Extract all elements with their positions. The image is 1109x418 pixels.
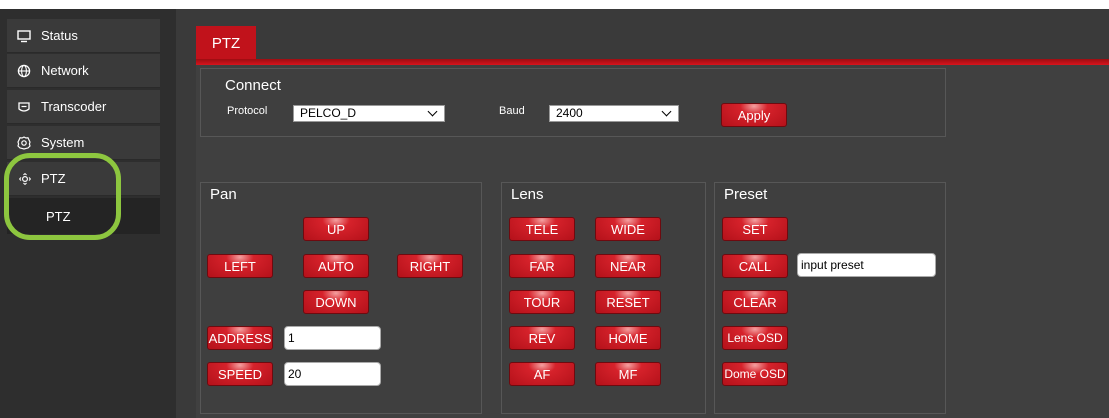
apply-button[interactable]: Apply — [721, 103, 787, 127]
lens-tour-button[interactable]: TOUR — [509, 290, 575, 314]
lens-osd-button[interactable]: Lens OSD — [722, 326, 788, 350]
baud-select[interactable]: 2400 — [549, 105, 679, 122]
dome-osd-button[interactable]: Dome OSD — [722, 362, 788, 386]
preset-section: Preset SET CALL input preset CLEAR Lens … — [714, 182, 946, 414]
lens-af-button[interactable]: AF — [509, 362, 575, 386]
sidebar: Status Network Transcoder System PTZ PTZ — [0, 9, 176, 418]
protocol-select[interactable]: PELCO_D — [293, 105, 445, 122]
sidebar-item-label: PTZ — [41, 171, 66, 186]
sidebar-item-label: Status — [41, 28, 78, 43]
lens-home-button[interactable]: HOME — [595, 326, 661, 350]
lens-mf-button[interactable]: MF — [595, 362, 661, 386]
chevron-down-icon — [661, 106, 672, 117]
lens-far-button[interactable]: FAR — [509, 254, 575, 278]
sidebar-item-label: Transcoder — [41, 99, 107, 114]
lens-legend: Lens — [511, 186, 544, 203]
content-area: Connect Protocol PELCO_D Baud 2400 Apply… — [196, 65, 1109, 418]
sidebar-item-label: Network — [41, 63, 89, 78]
sidebar-item-transcoder[interactable]: Transcoder — [7, 90, 160, 124]
lens-near-button[interactable]: NEAR — [595, 254, 661, 278]
chevron-down-icon — [427, 106, 438, 117]
preset-clear-button[interactable]: CLEAR — [722, 290, 788, 314]
pan-auto-button[interactable]: AUTO — [303, 254, 369, 278]
baud-label: Baud — [499, 105, 525, 117]
preset-set-button[interactable]: SET — [722, 217, 788, 241]
monitor-icon — [17, 29, 31, 43]
lens-wide-button[interactable]: WIDE — [595, 217, 661, 241]
sidebar-subitem-ptz[interactable]: PTZ — [7, 198, 160, 234]
pan-right-button[interactable]: RIGHT — [397, 254, 463, 278]
lens-rev-button[interactable]: REV — [509, 326, 575, 350]
pan-left-button[interactable]: LEFT — [207, 254, 273, 278]
connect-legend: Connect — [225, 77, 281, 94]
top-strip — [0, 0, 1109, 9]
lens-reset-button[interactable]: RESET — [595, 290, 661, 314]
address-input[interactable]: 1 — [284, 326, 381, 350]
sidebar-item-status[interactable]: Status — [7, 19, 160, 53]
pan-legend: Pan — [210, 186, 237, 203]
globe-icon — [17, 64, 31, 78]
main-panel: PTZ Connect Protocol PELCO_D Baud 2400 A… — [176, 9, 1109, 418]
connect-section: Connect Protocol PELCO_D Baud 2400 Apply — [200, 68, 946, 137]
preset-legend: Preset — [724, 186, 768, 203]
pan-section: Pan UP LEFT AUTO RIGHT DOWN ADDRESS 1 SP… — [200, 182, 482, 414]
pan-up-button[interactable]: UP — [303, 217, 369, 241]
baud-select-value: 2400 — [556, 106, 583, 120]
protocol-label: Protocol — [227, 105, 268, 117]
tab-ptz[interactable]: PTZ — [196, 26, 256, 60]
gear-icon — [17, 135, 31, 150]
lens-tele-button[interactable]: TELE — [509, 217, 575, 241]
sidebar-item-label: System — [41, 135, 85, 150]
pan-down-button[interactable]: DOWN — [303, 290, 369, 314]
ptz-icon — [17, 172, 31, 186]
transcoder-icon — [17, 100, 31, 114]
speed-button[interactable]: SPEED — [207, 362, 273, 386]
sidebar-subitem-label: PTZ — [46, 208, 71, 224]
sidebar-item-network[interactable]: Network — [7, 54, 160, 88]
address-button[interactable]: ADDRESS — [207, 326, 273, 350]
preset-call-button[interactable]: CALL — [722, 254, 788, 278]
sidebar-item-system[interactable]: System — [7, 126, 160, 160]
lens-section: Lens TELE WIDE FAR NEAR TOUR RESET REV H… — [501, 182, 706, 414]
protocol-select-value: PELCO_D — [300, 106, 357, 120]
tab-bar: PTZ — [176, 18, 1109, 60]
sidebar-item-ptz[interactable]: PTZ — [7, 162, 160, 196]
speed-input[interactable]: 20 — [284, 362, 381, 386]
preset-input[interactable]: input preset — [797, 253, 936, 277]
